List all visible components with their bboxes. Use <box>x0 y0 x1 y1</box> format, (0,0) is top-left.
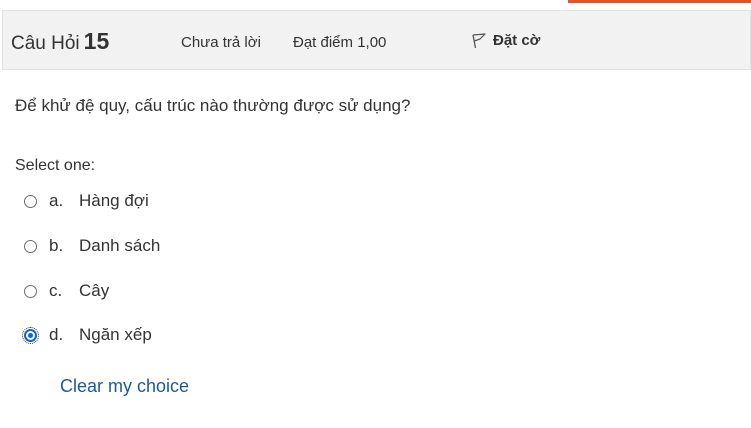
answer-text-d: Ngăn xếp <box>79 325 152 344</box>
question-text: Để khử đệ quy, cấu trúc nào thường được … <box>15 96 411 115</box>
flag-question-button[interactable]: Đặt cờ <box>471 31 540 49</box>
question-title: Câu Hỏi 15 <box>11 27 109 58</box>
answer-option-d[interactable]: d. Ngăn xếp <box>22 324 152 346</box>
answer-option-a[interactable]: a. Hàng đợi <box>24 190 149 212</box>
answer-text-b: Danh sách <box>79 236 161 255</box>
question-grade: Đạt điểm 1,00 <box>293 34 387 51</box>
flag-outline-icon <box>471 31 487 49</box>
question-prefix: Câu Hỏi <box>11 33 80 54</box>
question-number: 15 <box>83 28 110 54</box>
answer-option-c[interactable]: c. Cây <box>24 280 109 302</box>
answer-radio-c[interactable] <box>24 284 37 298</box>
flag-label: Đặt cờ <box>493 31 541 49</box>
answer-letter-a: a. <box>49 191 64 210</box>
answer-radio-b[interactable] <box>24 239 37 253</box>
top-accent-strip <box>568 0 751 3</box>
answer-letter-d: d. <box>49 325 64 344</box>
answer-option-b[interactable]: b. Danh sách <box>24 235 160 257</box>
answer-letter-b: b. <box>49 236 64 255</box>
answer-radio-d[interactable] <box>22 326 39 344</box>
question-info-header: Câu Hỏi 15 Chưa trả lời Đạt điểm 1,00 Đặt… <box>2 10 751 70</box>
clear-choice-link[interactable]: Clear my choice <box>60 376 189 397</box>
answer-letter-c: c. <box>49 281 63 300</box>
answer-text-c: Cây <box>79 281 110 300</box>
answer-text-a: Hàng đợi <box>79 191 149 210</box>
select-prompt: Select one: <box>15 157 96 174</box>
answer-radio-a[interactable] <box>24 194 37 208</box>
question-state: Chưa trả lời <box>181 34 261 51</box>
